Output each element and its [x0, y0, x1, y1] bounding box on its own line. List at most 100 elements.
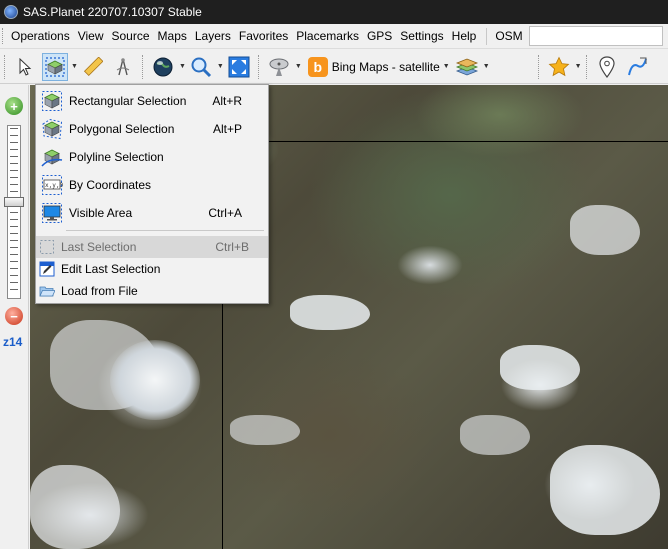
- favorites-dropdown-arrow-icon[interactable]: ▼: [575, 63, 582, 70]
- map-grid-line-horizontal: [262, 141, 668, 142]
- menu-help[interactable]: Help: [448, 24, 481, 49]
- menu-item-shortcut: Alt+P: [212, 122, 242, 136]
- menu-item-load-from-file[interactable]: Load from File: [36, 280, 268, 302]
- window-title: SAS.Planet 220707.10307 Stable: [23, 5, 202, 19]
- zoom-out-icon[interactable]: −: [5, 307, 23, 325]
- title-bar: SAS.Planet 220707.10307 Stable: [0, 0, 668, 24]
- menu-item-shortcut: Ctrl+B: [215, 240, 249, 254]
- rectangular-selection-icon: [41, 90, 63, 112]
- search-dropdown-arrow-icon[interactable]: ▼: [217, 63, 224, 70]
- menu-item-label: Edit Last Selection: [61, 262, 161, 276]
- selection-cube-icon: [45, 56, 65, 77]
- map-terrain-snow: [500, 345, 580, 390]
- map-terrain-snow: [290, 295, 370, 330]
- polygonal-selection-icon: [41, 118, 63, 140]
- cursor-arrow-icon: [19, 57, 32, 76]
- magnifier-icon: [191, 57, 211, 77]
- osm-search-input[interactable]: [528, 26, 663, 46]
- menu-favorites[interactable]: Favorites: [235, 24, 292, 49]
- svg-text:x,y,0: x,y,0: [45, 182, 63, 189]
- visible-area-monitor-icon: [41, 202, 63, 224]
- toolbar-grip-4: [537, 54, 541, 79]
- map-source-button[interactable]: b Bing Maps - satellite ▼: [307, 53, 450, 81]
- layers-button[interactable]: [454, 53, 480, 81]
- map-terrain-snow: [30, 465, 120, 549]
- menu-layers[interactable]: Layers: [191, 24, 235, 49]
- favorites-button[interactable]: [546, 53, 572, 81]
- selection-tool-button[interactable]: [42, 52, 68, 81]
- menu-item-label: Polygonal Selection: [69, 122, 175, 136]
- star-icon: [548, 56, 570, 76]
- layers-dropdown-arrow-icon[interactable]: ▼: [483, 63, 490, 70]
- ruler-icon: [83, 56, 103, 76]
- fullscreen-icon: [228, 56, 250, 77]
- compass-tool-button[interactable]: [110, 53, 136, 81]
- menu-item-visible-area[interactable]: Visible Area Ctrl+A: [36, 199, 268, 227]
- main-toolbar: ▼ ▼ ▼ ▼ b Bing Maps - satellite ▼ ▼ ▼: [0, 50, 668, 84]
- zoom-level-label: z14: [3, 335, 23, 349]
- search-button[interactable]: [188, 53, 214, 81]
- selection-dropdown-menu: Rectangular Selection Alt+R Polygonal Se…: [35, 84, 269, 304]
- globe-button[interactable]: [150, 53, 176, 81]
- globe-icon: [153, 57, 173, 76]
- toolbar-grip-5: [585, 54, 589, 79]
- toolbar-grip[interactable]: [4, 54, 7, 79]
- folder-open-icon: [39, 283, 55, 299]
- zoom-in-icon[interactable]: +: [5, 97, 23, 115]
- map-pin-icon: [599, 55, 615, 78]
- menu-item-by-coordinates[interactable]: x,y,0 By Coordinates: [36, 171, 268, 199]
- last-selection-icon: [39, 239, 55, 255]
- toolbar-grip-3: [257, 54, 261, 79]
- menu-maps[interactable]: Maps: [154, 24, 191, 49]
- map-source-dropdown-arrow-icon: ▼: [442, 63, 450, 70]
- path-button[interactable]: [624, 53, 650, 81]
- selection-dropdown-arrow-icon[interactable]: ▼: [71, 63, 78, 70]
- map-terrain-cloud: [110, 340, 200, 420]
- globe-dropdown-arrow-icon[interactable]: ▼: [179, 63, 186, 70]
- path-line-icon: [627, 57, 647, 75]
- map-terrain-snow: [550, 445, 660, 535]
- menu-item-label: Visible Area: [69, 206, 133, 220]
- menu-item-rectangular-selection[interactable]: Rectangular Selection Alt+R: [36, 87, 268, 115]
- menubar-grip[interactable]: [2, 28, 5, 44]
- map-terrain-snow: [460, 415, 530, 455]
- menu-separator: [66, 230, 264, 231]
- menu-item-shortcut: Alt+R: [212, 94, 242, 108]
- placemark-button[interactable]: [594, 53, 620, 81]
- satellite-dish-icon: [269, 58, 289, 76]
- polyline-selection-icon: [41, 146, 63, 168]
- fullscreen-button[interactable]: [226, 53, 252, 81]
- menu-view[interactable]: View: [74, 24, 108, 49]
- menu-item-label: Rectangular Selection: [69, 94, 187, 108]
- bing-logo-icon: b: [307, 56, 328, 77]
- menubar-separator: [486, 27, 488, 45]
- satellite-dish-button[interactable]: [266, 53, 292, 81]
- menu-gps[interactable]: GPS: [363, 24, 396, 49]
- zoom-slider-ticks: [10, 128, 18, 296]
- menu-item-label: Load from File: [61, 284, 138, 298]
- menu-bar: Operations View Source Maps Layers Favor…: [0, 24, 668, 49]
- menu-item-last-selection[interactable]: Last Selection Ctrl+B: [36, 236, 268, 258]
- menu-operations[interactable]: Operations: [7, 24, 74, 49]
- menu-item-label: By Coordinates: [69, 178, 152, 192]
- map-terrain-snow: [570, 205, 640, 255]
- pointer-tool-button[interactable]: [12, 53, 38, 81]
- zoom-slider-track[interactable]: [7, 125, 21, 299]
- menu-item-polyline-selection[interactable]: Polyline Selection: [36, 143, 268, 171]
- zoom-slider-thumb[interactable]: [4, 197, 24, 207]
- coordinates-selection-icon: x,y,0: [41, 174, 63, 196]
- menu-item-edit-last-selection[interactable]: Edit Last Selection: [36, 258, 268, 280]
- zoom-panel: + − z14: [0, 85, 29, 549]
- menu-settings[interactable]: Settings: [396, 24, 447, 49]
- menu-placemarks[interactable]: Placemarks: [292, 24, 363, 49]
- edit-selection-icon: [39, 261, 55, 277]
- map-terrain-snow: [230, 415, 300, 445]
- menu-item-label: Last Selection: [61, 240, 137, 254]
- toolbar-grip-2: [141, 54, 145, 79]
- menu-source[interactable]: Source: [108, 24, 154, 49]
- menu-item-shortcut: Ctrl+A: [208, 206, 242, 220]
- menu-item-polygonal-selection[interactable]: Polygonal Selection Alt+P: [36, 115, 268, 143]
- satellite-dropdown-arrow-icon[interactable]: ▼: [295, 63, 302, 70]
- map-source-label: Bing Maps - satellite: [331, 59, 440, 74]
- ruler-tool-button[interactable]: [80, 53, 106, 81]
